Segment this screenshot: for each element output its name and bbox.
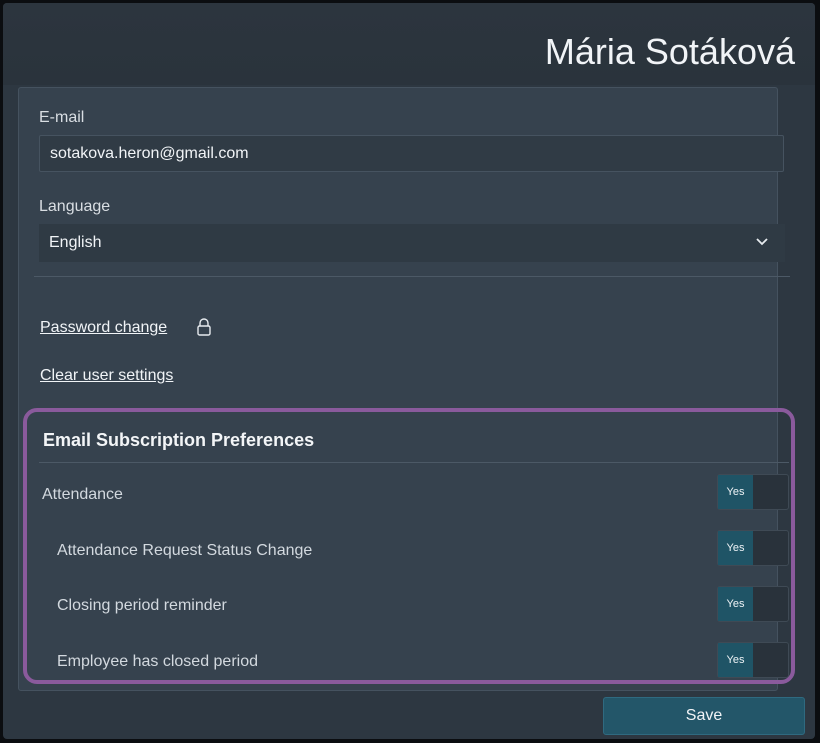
language-selected-value: English [49,234,102,251]
settings-window: Mária Sotáková E-mail sotakova.heron@gma… [3,3,815,739]
toggle-attendance-request-status-change-on: Yes [718,531,753,565]
email-field[interactable]: sotakova.heron@gmail.com [39,135,784,172]
email-subscription-section: Email Subscription Preferences Attendanc… [23,408,795,684]
toggle-closing-period-reminder[interactable]: Yes [717,586,789,622]
chevron-down-icon [756,238,768,246]
password-change-link[interactable]: Password change [40,318,211,337]
language-select[interactable]: English [39,224,785,262]
pref-label-attendance: Attendance [42,486,123,503]
language-label: Language [39,198,111,215]
settings-panel: E-mail sotakova.heron@gmail.com Language… [18,87,795,691]
toggle-attendance-on: Yes [718,475,753,509]
toggle-employee-has-closed-period-on: Yes [718,643,753,677]
section-divider [34,276,790,277]
toggle-closing-period-reminder-on: Yes [718,587,753,621]
subscription-divider [39,462,789,463]
pref-label-closing-period-reminder: Closing period reminder [57,597,227,614]
pref-label-employee-has-closed-period: Employee has closed period [57,653,259,670]
subscription-section-title: Email Subscription Preferences [43,430,315,450]
save-button[interactable]: Save [603,697,805,735]
toggle-employee-has-closed-period[interactable]: Yes [717,642,789,678]
lock-icon [197,318,211,336]
header: Mária Sotáková [3,3,815,85]
email-label: E-mail [39,109,85,126]
toggle-attendance-request-status-change[interactable]: Yes [717,530,789,566]
user-name-title: Mária Sotáková [544,31,795,72]
clear-user-settings-link[interactable]: Clear user settings [40,367,173,385]
pref-label-attendance-request-status-change: Attendance Request Status Change [57,542,313,559]
password-change-label: Password change [40,319,168,336]
toggle-attendance[interactable]: Yes [717,474,789,510]
